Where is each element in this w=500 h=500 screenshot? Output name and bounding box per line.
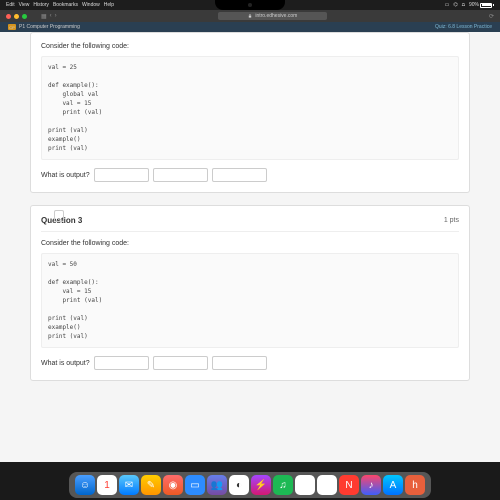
app4-icon[interactable]: N [339, 475, 359, 495]
browser-toolbar: ▦ ‹ › intro.edhesive.com ⟳ [0, 10, 500, 22]
q3-answer-1[interactable] [94, 356, 149, 370]
question-2-card: Consider the following code: val = 25 de… [30, 32, 470, 193]
q3-code: val = 50 def example(): val = 15 print (… [41, 253, 459, 348]
course-header: CP P1 Computer Programming Quiz: 6.8 Les… [0, 22, 500, 32]
back-icon[interactable]: ‹ [50, 13, 52, 19]
q2-prompt: Consider the following code: [41, 43, 459, 50]
zoom-icon[interactable]: ▭ [185, 475, 205, 495]
bluetooth-icon[interactable]: ⌬ [453, 2, 457, 8]
app-icon[interactable]: ◉ [163, 475, 183, 495]
menu-edit[interactable]: Edit [6, 2, 15, 8]
spotify-icon[interactable]: ♫ [273, 475, 293, 495]
menu-view[interactable]: View [19, 2, 30, 8]
menu-help[interactable]: Help [104, 2, 114, 8]
close-icon[interactable] [6, 14, 11, 19]
question-3-card: Question 3 1 pts Consider the following … [30, 205, 470, 381]
finder2-icon[interactable]: ◐ [229, 475, 249, 495]
course-title[interactable]: P1 Computer Programming [19, 24, 80, 30]
forward-icon[interactable]: › [55, 13, 57, 19]
menu-window[interactable]: Window [82, 2, 100, 8]
q2-answer-3[interactable] [212, 168, 267, 182]
battery-indicator[interactable]: 90% [469, 2, 494, 8]
notch [215, 0, 285, 10]
mail-icon[interactable]: ✉ [119, 475, 139, 495]
q2-answer-2[interactable] [153, 168, 208, 182]
menu-history[interactable]: History [33, 2, 49, 8]
notes-icon[interactable]: ✎ [141, 475, 161, 495]
reload-icon[interactable]: ⟳ [489, 13, 494, 20]
q3-answer-label: What is output? [41, 360, 90, 367]
appstore-icon[interactable]: A [383, 475, 403, 495]
minimize-icon[interactable] [14, 14, 19, 19]
bookmark-icon[interactable] [54, 210, 64, 222]
q2-answer-label: What is output? [41, 172, 90, 179]
q3-answer-2[interactable] [153, 356, 208, 370]
sidebar-icon[interactable]: ▦ [41, 13, 47, 20]
dock: ☺ 1 ✉ ✎ ◉ ▭ 👥 ◐ ⚡ ♫ ◯ △ N ♪ A h [0, 462, 500, 500]
music-icon[interactable]: ♪ [361, 475, 381, 495]
q3-points: 1 pts [444, 217, 459, 224]
wifi-icon[interactable]: ⩍ [462, 2, 465, 8]
lock-icon [248, 14, 252, 18]
teams-icon[interactable]: 👥 [207, 475, 227, 495]
course-badge: CP [8, 24, 16, 30]
finder-icon[interactable]: ☺ [75, 475, 95, 495]
q3-answer-3[interactable] [212, 356, 267, 370]
screen-mirror-icon[interactable]: ▭ [445, 2, 450, 8]
messenger-icon[interactable]: ⚡ [251, 475, 271, 495]
maximize-icon[interactable] [22, 14, 27, 19]
q3-prompt: Consider the following code: [41, 240, 459, 247]
address-bar[interactable]: intro.edhesive.com [218, 12, 327, 20]
app2-icon[interactable]: ◯ [295, 475, 315, 495]
q2-code: val = 25 def example(): global val val =… [41, 56, 459, 160]
app5-icon[interactable]: h [405, 475, 425, 495]
quiz-title: Quiz: 6.8 Lesson Practice [435, 24, 492, 30]
q2-answer-1[interactable] [94, 168, 149, 182]
quiz-content: Consider the following code: val = 25 de… [0, 32, 500, 462]
calendar-icon[interactable]: 1 [97, 475, 117, 495]
menu-bookmarks[interactable]: Bookmarks [53, 2, 78, 8]
app3-icon[interactable]: △ [317, 475, 337, 495]
